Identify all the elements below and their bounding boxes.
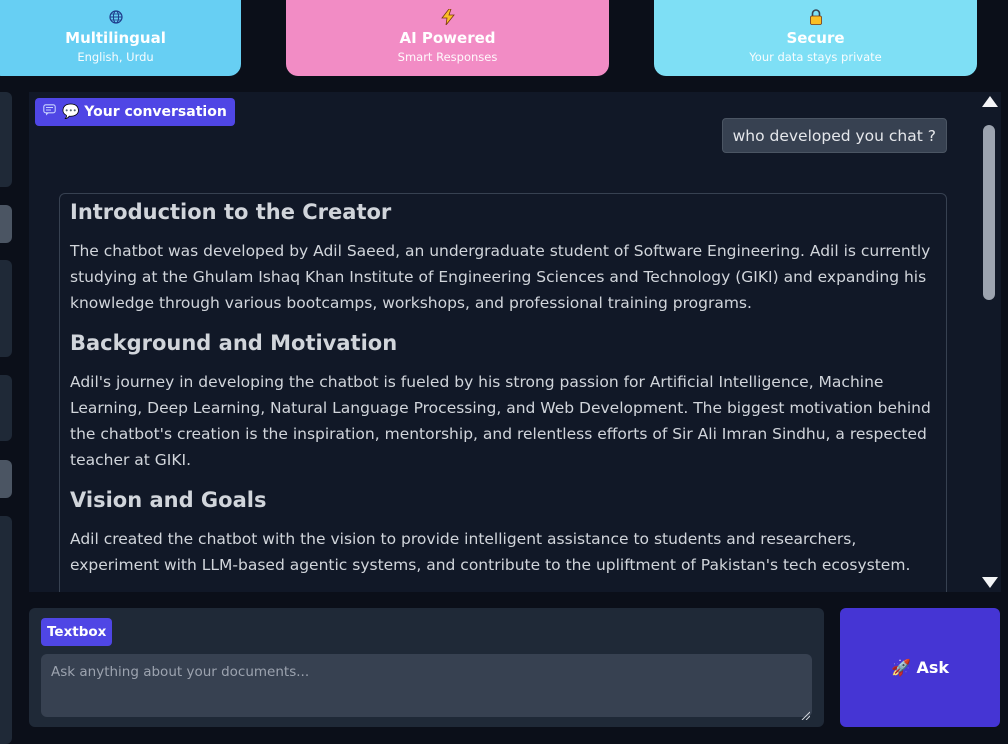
sidebar-edge [0, 375, 12, 441]
feature-subtitle: Your data stays private [749, 50, 882, 64]
section-body: Adil created the chatbot with the vision… [70, 530, 911, 574]
chat-bubble-icon [43, 104, 56, 120]
question-input[interactable] [41, 654, 812, 717]
conversation-label-text: 💬 Your conversation [62, 104, 227, 120]
feature-card-ai-powered: AI Powered Smart Responses [286, 0, 609, 76]
feature-subtitle: Smart Responses [397, 50, 498, 64]
resize-grip-icon[interactable] [800, 705, 811, 721]
ask-button[interactable]: 🚀 Ask [840, 608, 1000, 727]
feature-card-secure: Secure Your data stays private [654, 0, 977, 76]
scroll-thumb[interactable] [983, 125, 995, 300]
section-heading: Vision and Goals [70, 488, 267, 512]
sidebar-edge [0, 260, 12, 357]
sidebar-edge-button[interactable] [0, 205, 12, 243]
textbox-label: Textbox [41, 618, 113, 646]
feature-card-multilingual: Multilingual English, Urdu [0, 0, 241, 76]
bot-message: Introduction to the Creator The chatbot … [59, 193, 947, 592]
lightning-icon [440, 9, 456, 25]
feature-title: Secure [786, 29, 845, 47]
feature-title: AI Powered [399, 29, 496, 47]
section-heading: Introduction to the Creator [70, 200, 392, 224]
feature-title: Multilingual [65, 29, 166, 47]
section-heading: Background and Motivation [70, 331, 398, 355]
sidebar-edge [0, 92, 12, 187]
chat-panel: 💬 Your conversation who developed you ch… [29, 92, 977, 592]
section-body: The chatbot was developed by Adil Saeed,… [70, 242, 931, 312]
input-panel: Textbox [29, 608, 824, 727]
user-message: who developed you chat ? [721, 118, 947, 153]
section-body: Adil's journey in developing the chatbot… [70, 373, 931, 469]
lock-icon [808, 9, 824, 25]
chat-scrollbar[interactable] [977, 92, 1001, 592]
globe-icon [108, 9, 124, 25]
conversation-label: 💬 Your conversation [35, 98, 235, 126]
sidebar-edge [0, 516, 12, 744]
feature-subtitle: English, Urdu [77, 50, 154, 64]
scroll-down-arrow-icon[interactable] [982, 577, 998, 588]
sidebar-edge-button[interactable] [0, 460, 12, 498]
scroll-up-arrow-icon[interactable] [982, 96, 998, 107]
